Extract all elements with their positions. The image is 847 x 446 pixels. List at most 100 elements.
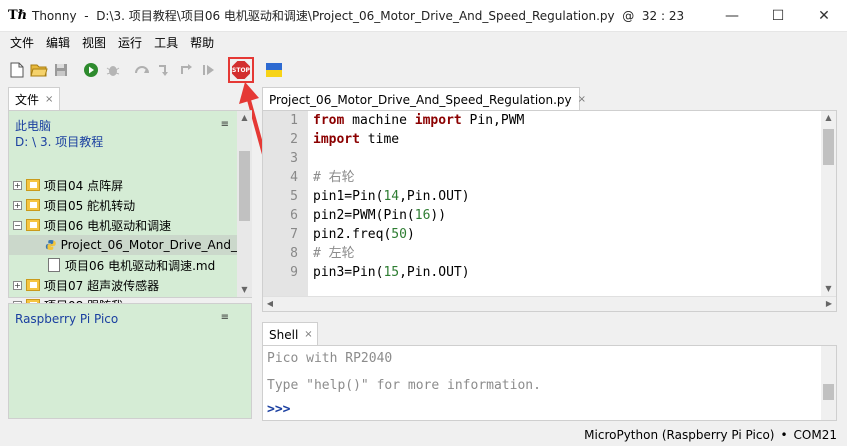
save-icon[interactable]	[52, 61, 70, 79]
shell-prompt[interactable]: >>>	[267, 402, 290, 417]
menu-run[interactable]: 运行	[112, 33, 148, 53]
files-scrollbar[interactable]: ▲ ▼	[237, 111, 252, 297]
line-number: 4	[290, 170, 298, 185]
close-button[interactable]: ✕	[801, 0, 847, 32]
code-line[interactable]	[313, 149, 818, 168]
tab-shell[interactable]: Shell ×	[262, 322, 318, 346]
scroll-down-icon[interactable]: ▼	[821, 282, 836, 296]
menu-view[interactable]: 视图	[76, 33, 112, 53]
menu-help[interactable]: 帮助	[184, 33, 220, 53]
tree-item-label: 项目06 电机驱动和调速	[44, 218, 172, 233]
code-line[interactable]: pin2.freq(50)	[313, 225, 818, 244]
current-path[interactable]: D: \ 3. 项目教程	[15, 134, 245, 150]
menu-tools[interactable]: 工具	[148, 33, 184, 53]
open-folder-icon[interactable]	[30, 61, 48, 79]
editor-vscrollbar[interactable]: ▲ ▼	[821, 111, 836, 296]
tree-item-folder[interactable]: − 项目06 电机驱动和调速	[9, 215, 237, 235]
port-status[interactable]: COM21	[794, 428, 837, 442]
new-file-icon[interactable]	[8, 61, 26, 79]
pico-pane-header: Raspberry Pi Pico ≡	[9, 304, 251, 327]
minimize-button[interactable]: —	[709, 0, 755, 32]
shell-console[interactable]: Pico with RP2040 Type "help()" for more …	[262, 345, 837, 421]
scroll-left-icon[interactable]: ◀	[263, 297, 277, 311]
menu-edit[interactable]: 编辑	[40, 33, 76, 53]
maximize-button[interactable]: ☐	[755, 0, 801, 32]
tree-item-folder[interactable]: + 项目07 超声波传感器	[9, 275, 237, 295]
shell-tab-label: Shell	[269, 327, 299, 342]
thonny-logo-icon: Tℏ	[8, 7, 28, 23]
code-token: # 右轮	[313, 170, 355, 185]
code-token: ))	[430, 208, 447, 223]
code-line[interactable]: import time	[313, 130, 818, 149]
tab-files-label: 文件	[15, 93, 40, 107]
tree-item-python-file[interactable]: Project_06_Motor_Drive_And_	[9, 235, 237, 255]
collapse-icon[interactable]: −	[13, 220, 22, 230]
document-icon	[48, 258, 60, 272]
code-line[interactable]: pin1=Pin(14,Pin.OUT)	[313, 187, 818, 206]
at-sign: @	[622, 9, 635, 23]
expand-icon[interactable]: +	[13, 200, 22, 210]
folder-icon	[26, 179, 40, 191]
section-title[interactable]: 此电脑	[15, 118, 245, 134]
code-line[interactable]: # 左轮	[313, 244, 818, 263]
code-line[interactable]: pin3=Pin(15,Pin.OUT)	[313, 263, 818, 282]
close-tab-icon[interactable]: ×	[45, 94, 53, 105]
tree-item-markdown-file[interactable]: 项目06 电机驱动和调速.md	[9, 255, 237, 275]
tree-item-label: Project_06_Motor_Drive_And_	[60, 238, 237, 252]
folder-icon	[26, 219, 40, 231]
code-line[interactable]: # 右轮	[313, 168, 818, 187]
line-number: 9	[290, 265, 298, 280]
interpreter-status[interactable]: MicroPython (Raspberry Pi Pico)	[584, 428, 774, 442]
shell-output-line: Type "help()" for more information.	[267, 378, 541, 393]
resume-icon[interactable]	[200, 61, 218, 79]
stop-icon[interactable]: STOP	[232, 61, 250, 79]
line-number: 1	[290, 113, 298, 128]
step-over-icon[interactable]	[134, 61, 152, 79]
debug-icon[interactable]	[104, 61, 122, 79]
code-token: time	[359, 132, 400, 147]
pane-menu-icon[interactable]: ≡	[221, 310, 229, 326]
ukraine-flag-icon[interactable]	[266, 63, 282, 77]
code-line[interactable]: pin2=PWM(Pin(16))	[313, 206, 818, 225]
step-out-icon[interactable]	[178, 61, 196, 79]
menu-file[interactable]: 文件	[4, 33, 40, 53]
shell-scrollbar[interactable]	[821, 346, 836, 420]
step-into-icon[interactable]	[156, 61, 174, 79]
scroll-thumb[interactable]	[823, 129, 834, 165]
code-token: Pin,PWM	[461, 113, 525, 128]
file-path: D:\3. 项目教程\项目06 电机驱动和调速\Project_06_Motor…	[96, 9, 615, 23]
code-editor[interactable]: 123456789 from machine import Pin,PWM imp…	[262, 110, 837, 312]
code-token: from	[313, 113, 345, 128]
pane-menu-icon[interactable]: ≡	[221, 117, 229, 133]
scroll-up-icon[interactable]: ▲	[237, 111, 252, 125]
editor-hscrollbar[interactable]: ◀ ▶	[263, 296, 836, 311]
tree-item-folder[interactable]: + 项目04 点阵屏	[9, 175, 237, 195]
scroll-down-icon[interactable]: ▼	[237, 283, 252, 297]
scroll-thumb[interactable]	[239, 151, 250, 221]
expand-icon[interactable]: +	[13, 280, 22, 290]
toolbar: STOP	[0, 56, 847, 84]
pico-title[interactable]: Raspberry Pi Pico	[15, 311, 245, 327]
tab-editor-file[interactable]: Project_06_Motor_Drive_And_Speed_Regulat…	[262, 87, 586, 111]
scroll-up-icon[interactable]: ▲	[821, 111, 836, 125]
close-tab-icon[interactable]: ×	[578, 94, 586, 105]
code-token: 14	[383, 189, 400, 204]
tree-item-folder[interactable]: + 项目05 舵机转动	[9, 195, 237, 215]
line-number: 6	[290, 208, 298, 223]
expand-icon[interactable]: +	[13, 180, 22, 190]
code-area[interactable]: from machine import Pin,PWM import time #…	[313, 111, 818, 296]
tab-files[interactable]: 文件 ×	[8, 87, 60, 111]
line-number: 3	[290, 151, 298, 166]
scroll-right-icon[interactable]: ▶	[822, 297, 836, 311]
code-line[interactable]: from machine import Pin,PWM	[313, 111, 818, 130]
scroll-thumb[interactable]	[823, 384, 834, 400]
cursor-position: 32 : 23	[641, 9, 685, 23]
app-name: Thonny	[32, 9, 77, 23]
close-tab-icon[interactable]: ×	[304, 329, 312, 340]
menu-bar: 文件 编辑 视图 运行 工具 帮助	[0, 32, 847, 54]
run-icon[interactable]	[82, 61, 100, 79]
shell-output-line: Pico with RP2040	[267, 351, 393, 366]
tree-item-label: 项目07 超声波传感器	[44, 278, 160, 293]
code-token: import	[414, 113, 462, 128]
code-token: ,Pin.OUT)	[399, 265, 470, 280]
